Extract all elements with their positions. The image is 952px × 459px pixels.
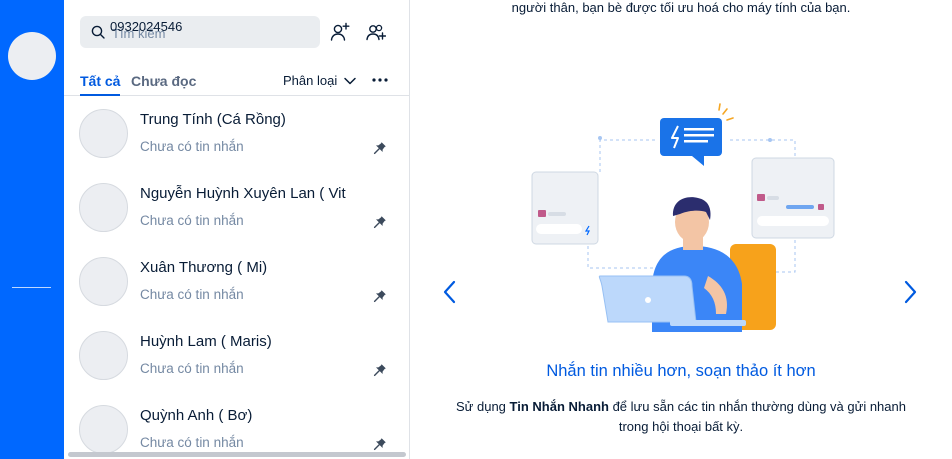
quick-message-illustration [531,103,835,332]
add-friend-icon [330,22,350,41]
zalo-app: Tìm kiếm 0932024546 Tất cả Chưa đọc Phân… [0,0,952,459]
last-message-preview: Chưa có tin nhắn [140,213,244,228]
create-group-icon [366,24,386,41]
tab-unread[interactable]: Chưa đọc [131,73,196,89]
contact-avatar [79,405,128,454]
classify-dropdown[interactable]: Phân loại [283,73,357,88]
classify-label: Phân loại [283,73,338,88]
pin-icon [373,438,386,451]
conversation-panel: Tìm kiếm 0932024546 Tất cả Chưa đọc Phân… [64,0,410,459]
desc-prefix: Sử dụng [456,399,510,414]
contact-name: Nguyễn Huỳnh Xuyên Lan ( Vit [140,185,346,202]
more-horizontal-icon [372,78,388,82]
user-avatar[interactable] [8,32,56,80]
add-friend-button[interactable] [328,20,352,44]
welcome-panel: người thân, bạn bè được tối ưu hoá cho m… [410,0,952,459]
slide-title: Nhắn tin nhiều hơn, soạn thảo ít hơn [546,362,816,380]
contact-avatar [79,257,128,306]
contact-name: Huỳnh Lam ( Maris) [140,333,272,350]
desc-suffix: để lưu sẵn các tin nhắn thường dùng và g… [608,399,906,434]
last-message-preview: Chưa có tin nhắn [140,361,244,376]
search-input[interactable]: Tìm kiếm 0932024546 [80,16,320,48]
last-message-preview: Chưa có tin nhắn [140,287,244,302]
chevron-down-icon [344,77,356,84]
search-icon [91,25,105,39]
nav-rail [0,0,64,459]
conversation-item[interactable]: Xuân Thương ( Mi) Chưa có tin nhắn [64,245,410,319]
conversation-item[interactable]: Quỳnh Anh ( Bơ) Chưa có tin nhắn [64,393,410,459]
conversation-item[interactable]: Trung Tính (Cá Rồng) Chưa có tin nhắn [64,97,410,171]
create-group-button[interactable] [364,20,388,44]
last-message-preview: Chưa có tin nhắn [140,435,244,450]
pin-icon [373,142,386,155]
pin-icon [373,364,386,377]
more-options-button[interactable] [371,72,389,88]
contact-name: Trung Tính (Cá Rồng) [140,111,286,128]
slide-description: Sử dụng Tin Nhắn Nhanh để lưu sẵn các ti… [451,397,911,437]
conversation-item[interactable]: Nguyễn Huỳnh Xuyên Lan ( Vit Chưa có tin… [64,171,410,245]
pin-icon [373,290,386,303]
contact-avatar [79,183,128,232]
horizontal-scrollbar[interactable] [68,452,406,457]
active-tab-indicator [80,94,120,96]
welcome-subtitle: người thân, bạn bè được tối ưu hoá cho m… [511,0,851,15]
pin-icon [373,216,386,229]
rail-divider [12,287,51,288]
last-message-preview: Chưa có tin nhắn [140,139,244,154]
chevron-left-icon[interactable] [440,279,460,305]
desc-feature-name: Tin Nhắn Nhanh [509,399,609,414]
conversation-tabs: Tất cả Chưa đọc Phân loại [64,64,410,96]
contact-avatar [79,331,128,380]
contact-name: Xuân Thương ( Mi) [140,259,268,276]
conversation-item[interactable]: Huỳnh Lam ( Maris) Chưa có tin nhắn [64,319,410,393]
tab-all[interactable]: Tất cả [80,73,120,89]
chevron-right-icon[interactable] [900,279,920,305]
contact-avatar [79,109,128,158]
contact-name: Quỳnh Anh ( Bơ) [140,407,253,424]
search-value[interactable]: 0932024546 [110,19,182,34]
